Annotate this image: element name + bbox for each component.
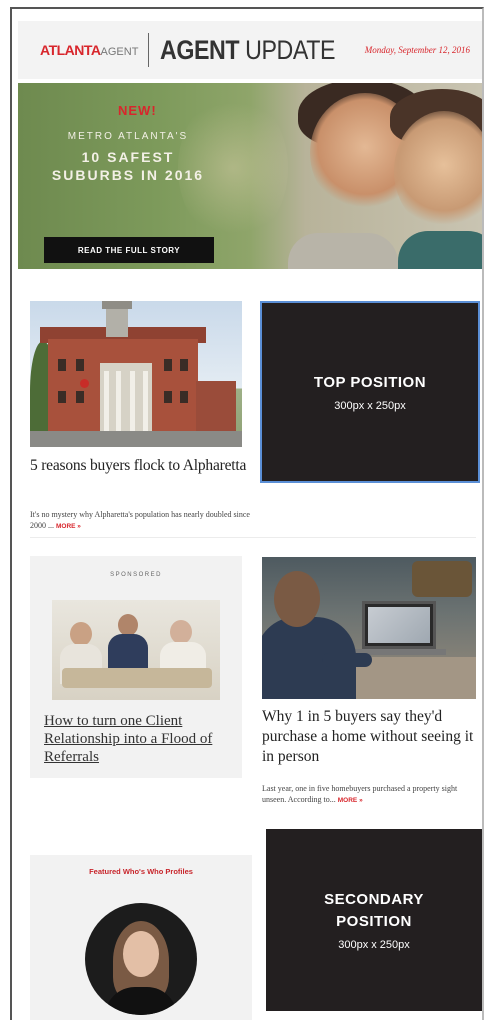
photo-table: [62, 668, 212, 688]
photo-window: [180, 359, 188, 371]
logo-sub-text: AGENT: [100, 46, 139, 58]
email-header: ATLANTAAGENT AGENT UPDATE Monday, Septem…: [18, 21, 482, 79]
photo-laptop-screen: [368, 607, 430, 643]
section-divider: [30, 537, 476, 538]
photo-man-head: [274, 571, 320, 627]
photo-window: [76, 391, 84, 403]
secondary-ad-title-line1: SECONDARY: [324, 891, 424, 908]
issue-date: Monday, September 12, 2016: [364, 45, 470, 55]
photo-window: [164, 391, 172, 403]
atlanta-agent-logo[interactable]: ATLANTAAGENT: [40, 42, 138, 58]
photo-window: [164, 359, 172, 371]
newsletter-title-bold: AGENT: [160, 34, 240, 65]
buyers-more-link[interactable]: MORE »: [338, 797, 363, 804]
photo-stop-sign: [80, 379, 89, 388]
photo-road: [30, 431, 242, 447]
read-full-story-button[interactable]: READ THE FULL STORY: [44, 237, 214, 263]
alpharetta-article-excerpt: It's no mystery why Alpharetta's populat…: [30, 509, 250, 532]
photo-laptop: [362, 601, 436, 649]
photo-person-head: [170, 620, 192, 644]
sponsored-article-title[interactable]: How to turn one Client Relationship into…: [44, 712, 234, 766]
sponsored-content-card[interactable]: SPONSORED How to turn one Client Relatio…: [30, 556, 242, 778]
secondary-position-ad-slot[interactable]: SECONDARY POSITION 300px x 250px: [266, 829, 482, 1011]
hero-headline-line2: 10 SAFEST: [81, 149, 175, 165]
profile-avatar[interactable]: [85, 903, 197, 1015]
photo-man-arm: [322, 653, 372, 667]
photo-window: [180, 391, 188, 403]
photo-window: [58, 391, 66, 403]
hero-headline-line1: METRO ATLANTA'S: [67, 131, 189, 142]
featured-profiles-card[interactable]: Featured Who's Who Profiles: [30, 855, 252, 1020]
buyers-article-image[interactable]: [262, 557, 476, 699]
top-position-ad-slot[interactable]: TOP POSITION 300px x 250px: [260, 301, 480, 483]
top-ad-title: TOP POSITION: [313, 374, 427, 391]
alpharetta-article-image[interactable]: [30, 301, 242, 447]
hero-headline-line3: SUBURBS IN 2016: [51, 167, 205, 183]
buyers-article-excerpt: Last year, one in five homebuyers purcha…: [262, 783, 482, 806]
newsletter-title-rest: UPDATE: [239, 34, 336, 65]
email-frame: ATLANTAAGENT AGENT UPDATE Monday, Septem…: [10, 7, 484, 1020]
hero-new-badge: NEW!: [118, 103, 157, 118]
photo-building-tower: [102, 301, 132, 337]
photo-annex: [196, 381, 236, 435]
alpharetta-article-title[interactable]: 5 reasons buyers flock to Alpharetta: [30, 457, 250, 475]
photo-person-head: [70, 622, 92, 646]
alpharetta-more-link[interactable]: MORE »: [56, 523, 81, 530]
hero-photo-boy-face: [394, 111, 482, 231]
avatar-face: [123, 931, 159, 977]
hero-banner[interactable]: NEW! METRO ATLANTA'S 10 SAFEST SUBURBS I…: [18, 83, 482, 269]
sponsored-meeting-image[interactable]: [52, 600, 220, 700]
newsletter-title: AGENT UPDATE: [160, 34, 335, 66]
hero-photo-child-shirt: [288, 233, 398, 269]
featured-profiles-label: Featured Who's Who Profiles: [89, 867, 193, 876]
secondary-ad-title-line2: POSITION: [336, 913, 412, 930]
photo-person-head: [118, 614, 138, 636]
logo-divider: [148, 33, 150, 67]
buyers-article-title[interactable]: Why 1 in 5 buyers say they'd purchase a …: [262, 707, 482, 767]
photo-window: [58, 359, 66, 371]
hero-photo-boy-shirt: [398, 231, 482, 269]
logo-main-text: ATLANTA: [40, 42, 101, 58]
top-ad-size: 300px x 250px: [334, 400, 406, 412]
photo-window: [76, 359, 84, 371]
sponsored-label: SPONSORED: [110, 572, 162, 578]
photo-portico: [100, 363, 152, 435]
photo-shelf: [412, 561, 472, 597]
secondary-ad-size: 300px x 250px: [338, 939, 410, 951]
